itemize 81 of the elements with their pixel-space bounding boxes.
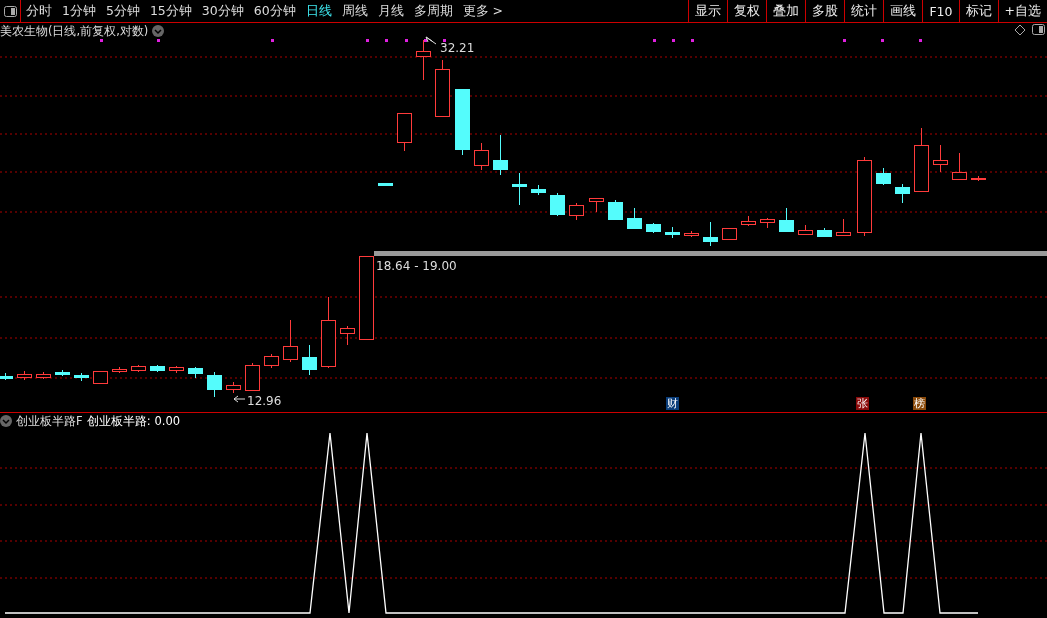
candlestick [646, 222, 661, 234]
arrow-icon [233, 395, 246, 403]
candlestick [74, 372, 89, 382]
candlestick [378, 182, 393, 186]
period-tab[interactable]: 5分钟 [100, 0, 145, 22]
candlestick [455, 88, 470, 156]
candlestick [895, 183, 910, 204]
candlestick [627, 207, 642, 230]
period-tab[interactable]: 更多 > [457, 0, 509, 22]
candlestick [741, 215, 756, 227]
panel-toggle-icon[interactable] [3, 5, 17, 17]
event-badge[interactable]: 榜 [913, 397, 926, 410]
toolbar-button[interactable]: F10 [922, 0, 959, 22]
indicator-series-label: 创业板半路: [86, 414, 151, 428]
toolbar-button[interactable]: 标记 [958, 0, 998, 22]
band-price-label: 18.64 - 19.00 [376, 259, 457, 273]
candlestick [933, 144, 948, 173]
candlestick [760, 217, 775, 229]
candlestick [226, 381, 241, 394]
candlestick [0, 372, 13, 381]
candlestick [474, 142, 489, 171]
toolbar-button[interactable]: 叠加 [766, 0, 806, 22]
event-badge[interactable]: 张 [856, 397, 869, 410]
period-tab[interactable]: 60分钟 [248, 0, 301, 22]
period-tab[interactable]: 多周期 [408, 0, 458, 22]
candlestick [131, 364, 146, 373]
indicator-name: 创业板半路F [16, 414, 83, 428]
candlestick [703, 221, 718, 247]
toolbar-button[interactable]: 统计 [844, 0, 884, 22]
candlestick [283, 319, 298, 363]
candlestick [914, 127, 929, 192]
toolbar-button[interactable]: 显示 [688, 0, 728, 22]
candlestick [188, 366, 203, 379]
low-price-label: 12.96 [247, 394, 282, 408]
toolbar-button[interactable]: 画线 [883, 0, 923, 22]
event-badge[interactable]: 财 [666, 397, 679, 410]
candlestick [952, 152, 967, 181]
candlestick [608, 199, 623, 221]
candlestick [665, 226, 680, 239]
candlestick [589, 197, 604, 213]
candlestick [93, 370, 108, 384]
diamond-icon [1014, 24, 1026, 36]
period-tab[interactable]: 日线 [300, 0, 337, 22]
candlestick [302, 344, 317, 376]
candlestick [207, 371, 222, 398]
candlestick [550, 192, 565, 217]
candlestick [722, 227, 737, 240]
toolbar-button[interactable]: +自选 [997, 0, 1047, 22]
candlestick [340, 325, 355, 346]
period-tab[interactable]: 周线 [336, 0, 373, 22]
period-tab[interactable]: 1分钟 [57, 0, 101, 22]
dropdown-icon[interactable] [152, 25, 165, 37]
chart-title: 美农生物(日线,前复权,对数) [0, 24, 149, 38]
high-price-label: 32.21 [440, 42, 475, 54]
candlestick [435, 59, 450, 117]
candlestick [817, 227, 832, 238]
candlestick [397, 112, 412, 152]
arrow-icon [425, 36, 437, 45]
candlestick [798, 224, 813, 236]
candlestick [150, 364, 165, 373]
toolbar-button[interactable]: 多股 [805, 0, 845, 22]
candlestick [531, 184, 546, 196]
period-tab[interactable]: 15分钟 [144, 0, 197, 22]
candlestick [493, 134, 508, 176]
candlestick [569, 202, 584, 221]
candlestick [836, 218, 851, 237]
period-tab[interactable]: 月线 [372, 0, 409, 22]
candlestick [779, 207, 794, 233]
panel-toggle-icon[interactable] [1032, 24, 1045, 35]
candlestick [416, 39, 431, 81]
period-tab[interactable]: 30分钟 [196, 0, 249, 22]
candlestick [264, 353, 279, 369]
toolbar-button[interactable]: 复权 [727, 0, 767, 22]
period-tab[interactable]: 分时 [21, 0, 57, 22]
candlestick [245, 362, 260, 391]
candlestick [512, 172, 527, 206]
candlestick [17, 370, 32, 381]
dropdown-icon[interactable] [0, 415, 12, 427]
candlestick [36, 371, 51, 380]
candlestick [876, 167, 891, 186]
indicator-value: 0.00 [154, 414, 181, 428]
